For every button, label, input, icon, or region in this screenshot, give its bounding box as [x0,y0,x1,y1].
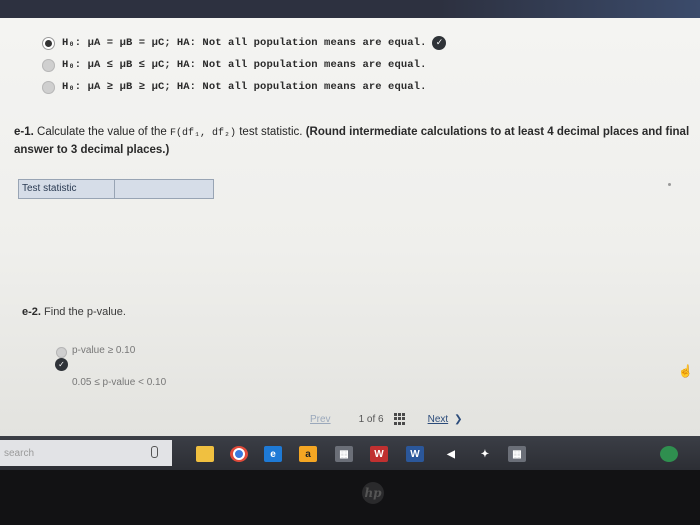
pvalue-radio-1[interactable] [56,347,67,358]
hypothesis-option-2[interactable]: H₀: μA ≤ μB ≤ μC; HA: Not all population… [42,56,426,74]
hypothesis-ha: HA: Not all population means are equal. [176,59,427,71]
prev-button[interactable]: Prev [310,414,331,425]
hypothesis-h0: H₀: μA ≤ μB ≤ μC; [62,59,171,71]
word-alt-icon[interactable]: W [406,446,424,462]
hypothesis-option-3[interactable]: H₀: μA ≥ μB ≥ μC; HA: Not all population… [42,78,426,96]
radio-unselected[interactable] [42,58,55,72]
pagination: Prev 1 of 6 Next ❯ [310,413,463,425]
hypothesis-option-1[interactable]: H₀: μA = μB = μC; HA: Not all population… [42,34,447,52]
next-button[interactable]: Next [428,414,449,425]
test-statistic-row: Test statistic [18,179,214,199]
page-of: of [366,413,376,425]
file-explorer-icon[interactable] [196,446,214,462]
radio-selected[interactable] [42,36,55,50]
question-e1: e-1. Calculate the value of the F(df₁, d… [14,124,700,159]
decorative-dot [668,183,671,186]
word-icon[interactable]: W [370,446,388,462]
microphone-icon[interactable] [151,446,158,458]
grid-icon[interactable] [393,413,406,425]
test-statistic-input[interactable] [115,180,213,198]
dropbox-icon[interactable]: ✦ [476,446,494,462]
store-icon[interactable]: ▦ [335,446,353,462]
question-text-after: test statistic. [236,126,306,138]
mouse-cursor-icon: ☝ [678,364,693,378]
correct-check-icon: ✓ [432,36,447,50]
radio-unselected[interactable] [42,80,55,94]
current-page: 1 [358,413,365,425]
taskbar-search[interactable]: search [0,440,172,466]
question-text: Calculate the value of the [37,126,171,138]
amazon-icon[interactable]: a [299,446,317,462]
question-text: Find the p-value. [44,306,126,318]
chrome-icon[interactable] [230,446,248,462]
page-indicator: 1 of 6 [359,414,384,425]
chevron-right-icon[interactable]: ❯ [454,414,462,425]
correct-check-icon: ✓ [55,358,68,371]
hypothesis-ha: HA: Not all population means are equal. [176,37,427,49]
question-number: e-1. [14,126,34,138]
edge-icon[interactable]: e [264,446,282,462]
laptop-bezel-bottom [0,470,700,525]
f-statistic-symbol: F(df₁, df₂) [170,128,237,139]
chrome-tray-icon[interactable] [660,446,678,462]
windows-taskbar: search e a ▦ W W ◀ ✦ ▦ [0,436,700,470]
mail-icon[interactable]: ◀ [442,446,460,462]
question-number: e-2. [22,306,41,318]
pvalue-option-1[interactable]: p-value ≥ 0.10 [72,345,135,356]
hypothesis-h0: H₀: μA = μB = μC; [62,37,171,49]
search-input[interactable]: search [4,448,34,459]
hypothesis-ha: HA: Not all population means are equal. [176,81,427,93]
calculator-icon[interactable]: ▦ [508,446,526,462]
test-statistic-label: Test statistic [19,180,115,198]
pvalue-option-2[interactable]: 0.05 ≤ p-value < 0.10 [72,377,166,388]
hypothesis-h0: H₀: μA ≥ μB ≥ μC; [62,81,171,93]
assignment-page: H₀: μA = μB = μC; HA: Not all population… [0,18,700,436]
question-e2: e-2. Find the p-value. [22,306,126,318]
hp-logo: hp [362,482,384,504]
total-pages: 6 [378,413,384,425]
